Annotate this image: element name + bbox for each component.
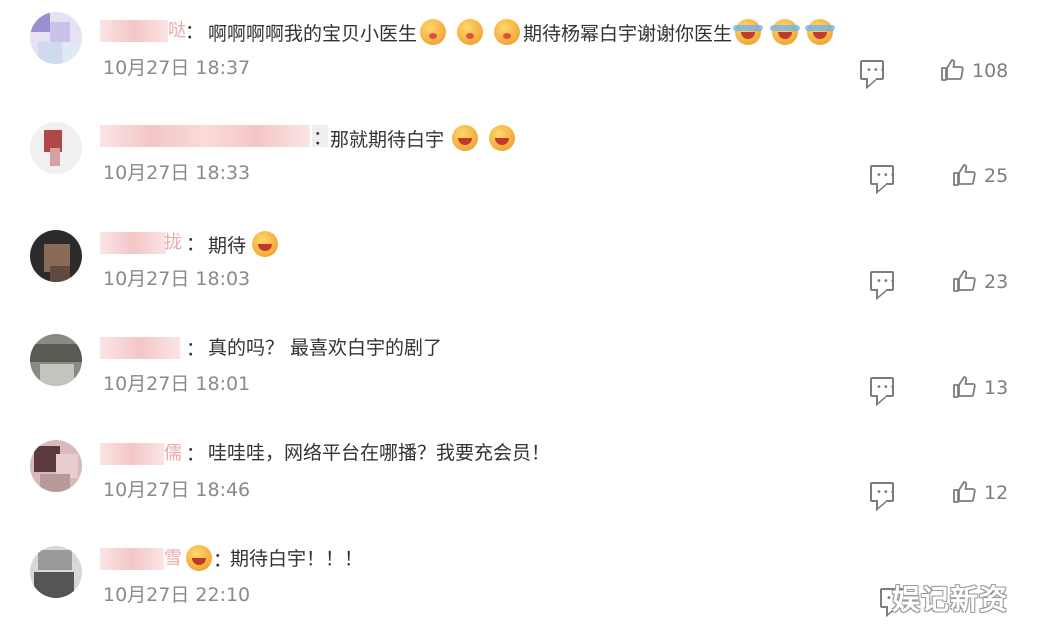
heart-eyes-emoji (186, 545, 212, 571)
comment-text: 期待白宇！！！ (230, 548, 364, 570)
kiss-emoji (420, 19, 447, 45)
crying-emoji (452, 125, 479, 151)
thumbs-up-icon (953, 481, 976, 503)
reply-icon[interactable]: ••• (860, 60, 886, 80)
avatar[interactable] (30, 334, 82, 386)
thumbs-up-icon (953, 376, 976, 398)
kiss-emoji (494, 19, 521, 45)
like-count: 13 (984, 377, 1009, 399)
comment-timestamp: 10月27日 18:03 (103, 268, 251, 290)
thumbs-up-icon (953, 164, 976, 186)
comment-text: 啊啊啊啊我的宝贝小医生 期待杨幂白宇谢谢你医生 (208, 19, 836, 46)
comment-timestamp: 10月27日 18:33 (103, 162, 251, 184)
username[interactable]: 雪 (100, 548, 184, 570)
like-count: 25 (984, 165, 1009, 187)
username[interactable]: 哒 (100, 20, 186, 42)
comment-colon: ： (186, 443, 206, 465)
reply-icon[interactable]: ••• (870, 271, 896, 291)
thumbs-up-icon (941, 59, 964, 81)
laugh-cry-emoji (733, 19, 764, 45)
crying-emoji (252, 231, 279, 257)
thumbs-up-icon (953, 270, 976, 292)
comment-timestamp: 10月27日 18:37 (103, 57, 251, 79)
comment-text: 真的吗？ 最喜欢白宇的剧了 (208, 337, 443, 359)
username[interactable]: 拢 (100, 232, 182, 254)
laugh-cry-emoji (770, 19, 801, 45)
comment-colon: ： (185, 21, 205, 43)
comment-text: 期待 (208, 231, 281, 258)
watermark: 娱记新资 (892, 583, 1009, 616)
comment-colon: ： (186, 233, 206, 255)
avatar[interactable] (30, 546, 82, 598)
like-count: 12 (984, 482, 1009, 504)
username[interactable] (100, 337, 180, 359)
avatar[interactable] (30, 230, 82, 282)
comment-timestamp: 10月27日 18:01 (103, 373, 251, 395)
comment-text: 那就期待白宇 (330, 125, 518, 152)
comment-text: 哇哇哇，网络平台在哪播？我要充会员！ (208, 442, 551, 464)
reply-icon[interactable]: ••• (870, 165, 896, 185)
reply-icon[interactable]: ••• (870, 377, 896, 397)
comment-timestamp: 10月27日 18:46 (103, 479, 251, 501)
reply-icon[interactable]: ••• (870, 482, 896, 502)
avatar[interactable] (30, 122, 82, 174)
username[interactable]: 儒 (100, 443, 182, 465)
comment-timestamp: 10月27日 22:10 (103, 584, 251, 606)
like-count: 108 (972, 60, 1009, 82)
like-count: 23 (984, 271, 1009, 293)
username[interactable] (100, 125, 328, 147)
avatar[interactable] (30, 12, 82, 64)
crying-emoji (489, 125, 516, 151)
kiss-emoji (457, 19, 484, 45)
avatar[interactable] (30, 440, 82, 492)
laugh-cry-emoji (805, 19, 836, 45)
comment-colon: ： (186, 338, 206, 360)
